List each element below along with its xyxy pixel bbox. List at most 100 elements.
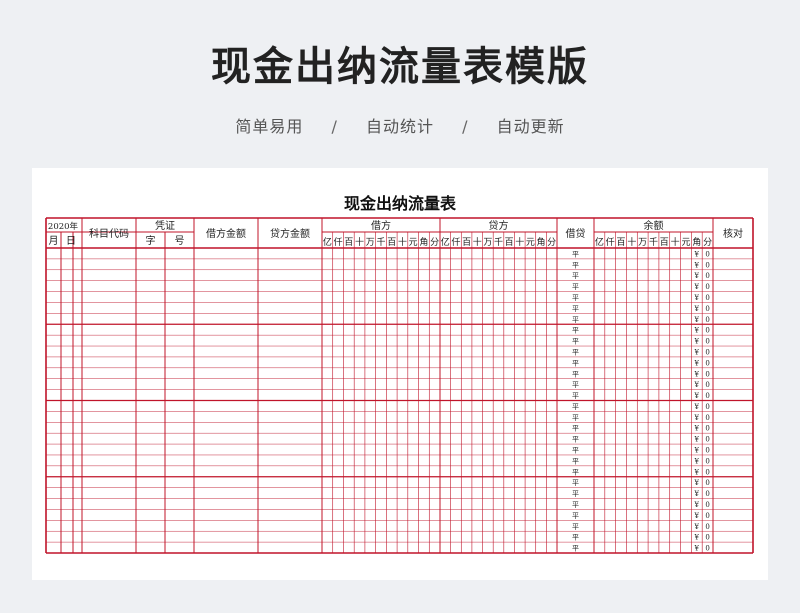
zero-mark: 0: [705, 447, 709, 455]
currency-mark: ¥: [694, 403, 700, 411]
debit-digit-header: 角: [419, 236, 428, 248]
dc-flat-mark: 平: [572, 436, 579, 444]
dc-flat-mark: 平: [572, 370, 579, 378]
dc-flat-mark: 平: [572, 261, 579, 269]
zero-mark: 0: [705, 381, 709, 389]
debit-digit-header: 十: [398, 236, 407, 248]
zero-mark: 0: [705, 338, 709, 346]
currency-mark: ¥: [694, 381, 700, 389]
spreadsheet-preview: 现金出纳流量表 2020年月日科目代码 凭证字号借方金额 贷方金额 借方 贷方 借贷 余额核…: [32, 168, 768, 580]
zero-mark: 0: [705, 436, 709, 444]
dc-flat-mark: 平: [572, 305, 579, 313]
zero-mark: 0: [705, 305, 709, 313]
debit-digit-header: 元: [409, 238, 418, 248]
month-label: 月: [49, 235, 59, 247]
account-code-label: 科目代码: [89, 227, 129, 240]
zero-mark: 0: [705, 523, 709, 531]
dc-flat-mark: 平: [572, 327, 579, 335]
zero-mark: 0: [705, 468, 709, 476]
dc-label: 借贷: [566, 227, 586, 240]
dc-flat-mark: 平: [572, 512, 579, 520]
balance-digit-header: 万: [638, 238, 647, 248]
dc-flat-mark: 平: [572, 479, 579, 487]
debit-digit-header: 万: [366, 238, 375, 248]
dc-flat-mark: 平: [572, 272, 579, 280]
dc-flat-mark: 平: [572, 545, 579, 553]
dc-flat-mark: 平: [572, 523, 579, 531]
dc-flat-mark: 平: [572, 250, 579, 258]
zero-mark: 0: [705, 327, 709, 335]
zero-mark: 0: [705, 370, 709, 378]
zero-mark: 0: [705, 294, 709, 302]
dc-flat-mark: 平: [572, 403, 579, 411]
check-label: 核对: [723, 227, 743, 240]
zero-mark: 0: [705, 501, 709, 509]
zero-mark: 0: [705, 392, 709, 400]
dc-flat-mark: 平: [572, 381, 579, 389]
balance-digit-header: 十: [627, 236, 636, 248]
dc-flat-mark: 平: [572, 457, 579, 465]
dc-flat-mark: 平: [572, 501, 579, 509]
balance-digit-header: 分: [703, 237, 712, 248]
voucher-char-label: 字: [146, 234, 156, 247]
zero-mark: 0: [705, 348, 709, 356]
zero-mark: 0: [705, 403, 709, 411]
dc-flat-mark: 平: [572, 392, 579, 400]
dc-flat-mark: 平: [572, 294, 579, 302]
currency-mark: ¥: [694, 447, 700, 455]
balance-digit-header: 百: [660, 237, 669, 248]
zero-mark: 0: [705, 272, 709, 280]
credit-digit-header: 百: [462, 237, 471, 248]
currency-mark: ¥: [694, 327, 700, 335]
currency-mark: ¥: [694, 392, 700, 400]
currency-mark: ¥: [694, 283, 700, 291]
currency-mark: ¥: [694, 370, 700, 378]
currency-mark: ¥: [694, 490, 700, 498]
debit-digit-header: 亿: [323, 236, 332, 248]
currency-mark: ¥: [694, 316, 700, 324]
balance-digit-header: 十: [671, 236, 680, 248]
currency-mark: ¥: [694, 436, 700, 444]
credit-amount-label: 贷方金额: [270, 227, 310, 240]
currency-mark: ¥: [694, 545, 700, 553]
feature-subtitle: 简单易用 / 自动统计 / 自动更新: [0, 113, 800, 137]
currency-mark: ¥: [694, 250, 700, 258]
dc-flat-mark: 平: [572, 425, 579, 433]
balance-digit-header: 亿: [595, 236, 604, 248]
zero-mark: 0: [705, 457, 709, 465]
credit-digit-header: 百: [505, 237, 514, 248]
credit-digit-header: 元: [526, 238, 535, 248]
dc-flat-mark: 平: [572, 316, 579, 324]
dc-flat-mark: 平: [572, 534, 579, 542]
ledger-table: 2020年月 日科目代码凭证字 号借方金额 贷方金额借方 贷方借贷余额核对亿亿亿仟仟仟百…: [45, 217, 754, 554]
currency-mark: ¥: [694, 348, 700, 356]
zero-mark: 0: [705, 283, 709, 291]
zero-mark: 0: [705, 545, 709, 553]
zero-mark: 0: [705, 261, 709, 269]
credit-digit-header: 仟: [451, 236, 460, 248]
dc-flat-mark: 平: [572, 468, 579, 476]
currency-mark: ¥: [694, 294, 700, 302]
credit-digit-header: 万: [483, 238, 492, 248]
currency-mark: ¥: [694, 359, 700, 367]
currency-mark: ¥: [694, 512, 700, 520]
balance-digit-header: 百: [617, 237, 626, 248]
day-label: 日: [66, 236, 76, 247]
currency-mark: ¥: [694, 261, 700, 269]
voucher-no-label: 号: [175, 235, 185, 247]
credit-digit-header: 分: [547, 237, 556, 248]
debit-digit-header: 分: [430, 237, 439, 248]
debit-digit-header: 千: [376, 237, 385, 248]
currency-mark: ¥: [694, 468, 700, 476]
year-label: 2020年: [48, 221, 79, 232]
balance-digit-header: 角: [692, 236, 701, 248]
dc-flat-mark: 平: [572, 490, 579, 498]
zero-mark: 0: [705, 414, 709, 422]
credit-label: 贷方: [489, 219, 509, 232]
debit-digit-header: 十: [355, 236, 364, 248]
voucher-label: 凭证: [155, 219, 175, 232]
balance-digit-header: 千: [649, 237, 658, 248]
feature-item: 简单易用: [235, 117, 304, 136]
zero-mark: 0: [705, 534, 709, 542]
credit-digit-header: 亿: [441, 236, 450, 248]
